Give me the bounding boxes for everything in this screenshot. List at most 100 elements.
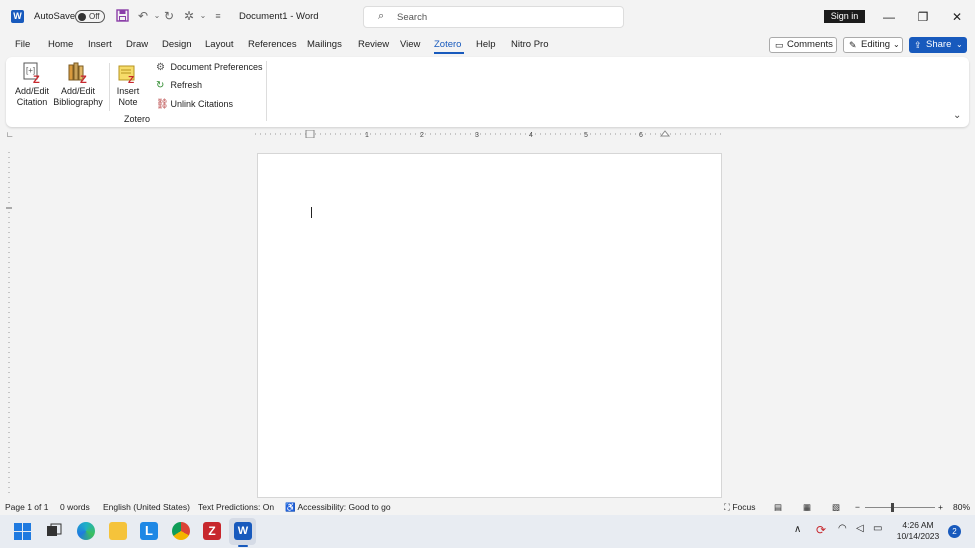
zoom-slider[interactable]: [865, 507, 935, 508]
word-count[interactable]: 0 words: [60, 502, 90, 512]
share-label: Share: [926, 39, 952, 50]
autosave-toggle[interactable]: Off: [75, 10, 105, 23]
zoom-level[interactable]: 80%: [953, 502, 970, 512]
sign-in-button[interactable]: Sign in: [824, 10, 865, 23]
insert-note-line2: Note: [118, 97, 138, 107]
focus-icon: ⛶: [724, 502, 730, 512]
tab-references[interactable]: References: [248, 39, 297, 50]
svg-text:Z: Z: [33, 74, 40, 84]
tab-view[interactable]: View: [400, 39, 420, 50]
launcher-l-icon[interactable]: L: [140, 522, 158, 540]
format-dropdown-icon[interactable]: ⌄: [196, 9, 210, 23]
ruler-number: 2: [420, 132, 424, 138]
toggle-knob: [78, 13, 86, 21]
share-icon: ⇪: [914, 40, 922, 50]
ruler-number: 1: [365, 132, 369, 138]
share-button[interactable]: ⇪ Share ⌄: [909, 37, 967, 53]
active-app-indicator: [238, 545, 248, 547]
add-edit-bibliography-line1: Add/Edit: [60, 86, 96, 96]
chrome-icon[interactable]: [172, 522, 190, 540]
web-layout-icon[interactable]: ▧: [832, 502, 840, 513]
editing-button[interactable]: ✎ Editing ⌄: [843, 37, 903, 53]
search-box[interactable]: ⌕ Search: [363, 6, 624, 28]
redo-icon[interactable]: ↻: [162, 9, 176, 23]
ruler-number: 6: [639, 132, 643, 138]
undo-icon[interactable]: ↶: [136, 9, 150, 23]
tab-draw[interactable]: Draw: [126, 39, 148, 50]
add-edit-bibliography-button[interactable]: Z Add/Edit Bibliography: [52, 60, 104, 110]
customize-qat-icon[interactable]: ≡: [211, 9, 225, 23]
language[interactable]: English (United States): [103, 502, 190, 512]
file-explorer-icon[interactable]: [109, 522, 127, 540]
active-tab-indicator: [434, 52, 464, 54]
comments-button[interactable]: ▭ Comments: [769, 37, 837, 53]
close-icon[interactable]: ✕: [947, 7, 967, 27]
zoom-slider-handle[interactable]: [891, 503, 894, 512]
notification-badge[interactable]: 2: [948, 525, 961, 538]
zotero-group-label: Zotero: [123, 114, 150, 124]
svg-text:Z: Z: [128, 75, 134, 84]
task-view-icon[interactable]: [45, 522, 63, 540]
zotero-app-icon[interactable]: Z: [203, 522, 221, 540]
volume-icon[interactable]: ◁: [856, 523, 864, 534]
zotero-ribbon: [+] Z Add/Edit Citation Z Add/Edit Bibli…: [6, 57, 969, 127]
tab-review[interactable]: Review: [358, 39, 389, 50]
comment-icon: ▭: [775, 40, 784, 50]
word-logo-icon[interactable]: W: [11, 10, 24, 23]
editing-label: Editing: [861, 39, 891, 50]
svg-text:Z: Z: [80, 74, 87, 84]
collapse-ribbon-icon[interactable]: ⌄: [953, 110, 961, 121]
add-edit-citation-line2: Citation: [16, 97, 48, 107]
tab-help[interactable]: Help: [476, 39, 496, 50]
add-edit-citation-button[interactable]: [+] Z Add/Edit Citation: [12, 60, 52, 110]
text-predictions[interactable]: Text Predictions: On: [198, 502, 274, 512]
read-mode-icon[interactable]: ▤: [774, 502, 782, 513]
horizontal-ruler[interactable]: 1 2 3 4 5 6: [255, 130, 722, 138]
clock[interactable]: 4:26 AM 10/14/2023: [895, 520, 941, 542]
windows-start-icon[interactable]: [14, 523, 31, 540]
tab-mailings[interactable]: Mailings: [307, 39, 342, 50]
word-app-icon[interactable]: W: [234, 522, 252, 540]
tab-design[interactable]: Design: [162, 39, 192, 50]
edge-browser-icon[interactable]: [77, 522, 95, 540]
page-count[interactable]: Page 1 of 1: [5, 502, 48, 512]
document-page[interactable]: [257, 153, 722, 498]
refresh-button[interactable]: ↻ Refresh: [156, 80, 202, 91]
tab-zotero[interactable]: Zotero: [434, 39, 461, 50]
minimize-icon[interactable]: —: [879, 7, 899, 27]
tab-layout[interactable]: Layout: [205, 39, 234, 50]
wifi-icon[interactable]: ◠: [838, 523, 847, 534]
comments-label: Comments: [787, 39, 833, 50]
vertical-ruler[interactable]: [6, 152, 12, 497]
focus-button[interactable]: ⛶ Focus: [724, 502, 755, 513]
unlink-citations-button[interactable]: ⛓ Unlink Citations: [156, 99, 233, 110]
accessibility-status[interactable]: ♿ Accessibility: Good to go: [285, 502, 391, 513]
format-painter-icon[interactable]: ✲: [182, 9, 196, 23]
zoom-out-icon[interactable]: −: [855, 502, 860, 512]
restore-icon[interactable]: ❐: [913, 7, 933, 27]
tab-home[interactable]: Home: [48, 39, 73, 50]
tab-file[interactable]: File: [15, 39, 30, 50]
save-icon[interactable]: [115, 9, 129, 23]
note-icon: Z: [118, 65, 135, 84]
accessibility-icon: ♿: [285, 502, 296, 512]
refresh-label: Refresh: [170, 80, 203, 90]
ribbon-separator: [109, 63, 110, 111]
clock-date: 10/14/2023: [896, 531, 940, 541]
add-edit-citation-line1: Add/Edit: [14, 86, 50, 96]
print-layout-icon[interactable]: ▦: [803, 502, 811, 513]
insert-note-button[interactable]: Z Insert Note: [112, 60, 144, 110]
citation-icon: [+] Z: [23, 62, 40, 84]
sync-icon[interactable]: ⟳: [816, 523, 826, 537]
bibliography-icon: Z: [68, 62, 87, 84]
document-title: Document1 - Word: [239, 11, 319, 22]
show-hidden-icons[interactable]: ∧: [794, 524, 801, 535]
ruler-number: 5: [584, 132, 588, 138]
clock-time: 4:26 AM: [902, 520, 934, 530]
tab-insert[interactable]: Insert: [88, 39, 112, 50]
tab-selector-icon[interactable]: ∟: [6, 130, 14, 139]
battery-icon[interactable]: ▭: [873, 523, 882, 534]
zoom-in-icon[interactable]: +: [938, 502, 943, 512]
tab-nitro-pro[interactable]: Nitro Pro: [511, 39, 548, 50]
document-preferences-button[interactable]: ⚙ Document Preferences: [156, 62, 263, 73]
